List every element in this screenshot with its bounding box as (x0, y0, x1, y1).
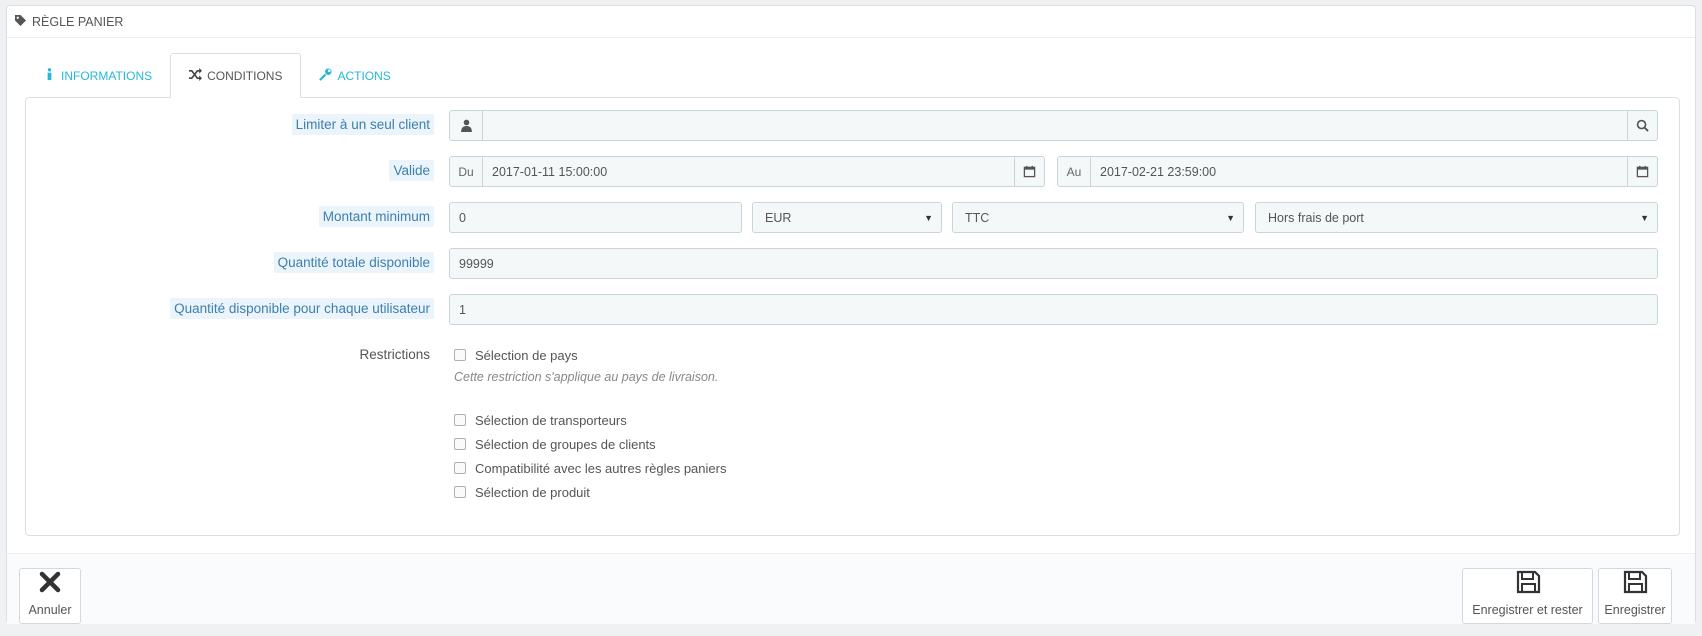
user-icon (450, 111, 483, 140)
tag-icon (15, 14, 26, 29)
minimum-amount-value: 0 (459, 210, 466, 225)
cart-rule-panel: Règle panier Informations Conditions Act… (6, 5, 1696, 624)
tax-value: TTC (965, 210, 990, 225)
validity-label: Valide (389, 160, 434, 181)
checkbox-box (454, 462, 466, 474)
shipping-value: Hors frais de port (1268, 210, 1364, 225)
save-and-stay-label: Enregistrer et rester (1472, 603, 1583, 617)
panel-title: Règle panier (32, 14, 124, 29)
conditions-form: Limiter à un seul client Valide Du 2017-… (25, 97, 1680, 536)
currency-select[interactable]: EUR ▼ (752, 202, 942, 233)
date-to-value: 2017-02-21 23:59:00 (1100, 164, 1217, 179)
checkbox-label: Sélection de transporteurs (475, 412, 627, 428)
customer-input[interactable] (449, 110, 1658, 141)
cancel-label: Annuler (28, 603, 72, 617)
carrier-restriction-checkbox[interactable]: Sélection de transporteurs (454, 408, 726, 432)
checkbox-label: Sélection de pays (475, 347, 578, 363)
checkbox-box (454, 414, 466, 426)
random-icon (189, 67, 203, 84)
currency-value: EUR (765, 210, 792, 225)
floppy-disk-icon (1622, 569, 1648, 603)
tab-conditions[interactable]: Conditions (170, 53, 302, 98)
tab-actions[interactable]: Actions (301, 53, 408, 98)
date-from-input[interactable]: Du 2017-01-11 15:00:00 (449, 156, 1045, 187)
panel-footer: Annuler Enregistrer et rester Enregistre… (7, 553, 1695, 624)
minimum-amount-input[interactable]: 0 (449, 202, 742, 233)
info-icon (43, 67, 56, 84)
checkbox-label: Sélection de groupes de clients (475, 436, 656, 452)
tab-label: Informations (61, 68, 153, 83)
validity-row: Valide Du 2017-01-11 15:00:00 Au 2017-02… (26, 156, 1679, 187)
calendar-icon[interactable] (1627, 157, 1657, 186)
search-icon[interactable] (1627, 111, 1657, 140)
quantity-per-user-label: Quantité disponible pour chaque utilisat… (170, 298, 434, 319)
caret-down-icon: ▼ (1640, 212, 1649, 223)
group-restriction-checkbox[interactable]: Sélection de groupes de clients (454, 432, 726, 456)
quantity-value: 99999 (459, 256, 494, 271)
tab-bar: Informations Conditions Actions (25, 53, 409, 98)
date-to-input[interactable]: Au 2017-02-21 23:59:00 (1057, 156, 1658, 187)
date-from-value: 2017-01-11 15:00:00 (492, 164, 608, 179)
quantity-per-user-value: 1 (459, 302, 466, 317)
close-icon (37, 569, 63, 603)
checkbox-label: Compatibilité avec les autres règles pan… (475, 460, 727, 476)
date-to-prefix: Au (1058, 157, 1091, 186)
compatibility-restriction-checkbox[interactable]: Compatibilité avec les autres règles pan… (454, 456, 726, 480)
date-from-prefix: Du (450, 157, 483, 186)
save-and-stay-button[interactable]: Enregistrer et rester (1462, 568, 1593, 624)
save-button[interactable]: Enregistrer (1598, 568, 1672, 624)
cancel-button[interactable]: Annuler (19, 568, 81, 624)
minimum-amount-row: Montant minimum 0 EUR ▼ TTC ▼ Hors frais… (26, 202, 1679, 233)
quantity-per-user-row: Quantité disponible pour chaque utilisat… (26, 294, 1679, 325)
caret-down-icon: ▼ (924, 212, 933, 223)
country-restriction-checkbox[interactable]: Sélection de pays (454, 343, 726, 367)
restrictions-row: Restrictions (26, 340, 1679, 371)
calendar-icon[interactable] (1014, 157, 1044, 186)
product-restriction-checkbox[interactable]: Sélection de produit (454, 480, 726, 504)
tab-informations[interactable]: Informations (25, 53, 170, 98)
checkbox-box (454, 349, 466, 361)
quantity-per-user-input[interactable]: 1 (449, 294, 1658, 325)
tax-select[interactable]: TTC ▼ (952, 202, 1244, 233)
save-label: Enregistrer (1604, 603, 1666, 617)
country-help-text: Cette restriction s'applique au pays de … (454, 370, 719, 384)
quantity-input[interactable]: 99999 (449, 248, 1658, 279)
customer-row: Limiter à un seul client (26, 110, 1679, 141)
floppy-disk-icon (1515, 569, 1541, 603)
checkbox-label: Sélection de produit (475, 484, 590, 500)
checkbox-box (454, 486, 466, 498)
panel-heading: Règle panier (7, 6, 1695, 38)
restrictions-list: Sélection de pays Cette restriction s'ap… (454, 343, 726, 504)
shipping-select[interactable]: Hors frais de port ▼ (1255, 202, 1658, 233)
minimum-amount-label: Montant minimum (318, 206, 434, 227)
tab-label: Conditions (207, 68, 283, 83)
wrench-icon (319, 67, 332, 84)
customer-label: Limiter à un seul client (291, 114, 434, 135)
restrictions-label: Restrictions (359, 347, 430, 362)
quantity-row: Quantité totale disponible 99999 (26, 248, 1679, 279)
checkbox-box (454, 438, 466, 450)
tab-label: Actions (337, 68, 391, 83)
quantity-label: Quantité totale disponible (273, 252, 434, 273)
caret-down-icon: ▼ (1226, 212, 1235, 223)
